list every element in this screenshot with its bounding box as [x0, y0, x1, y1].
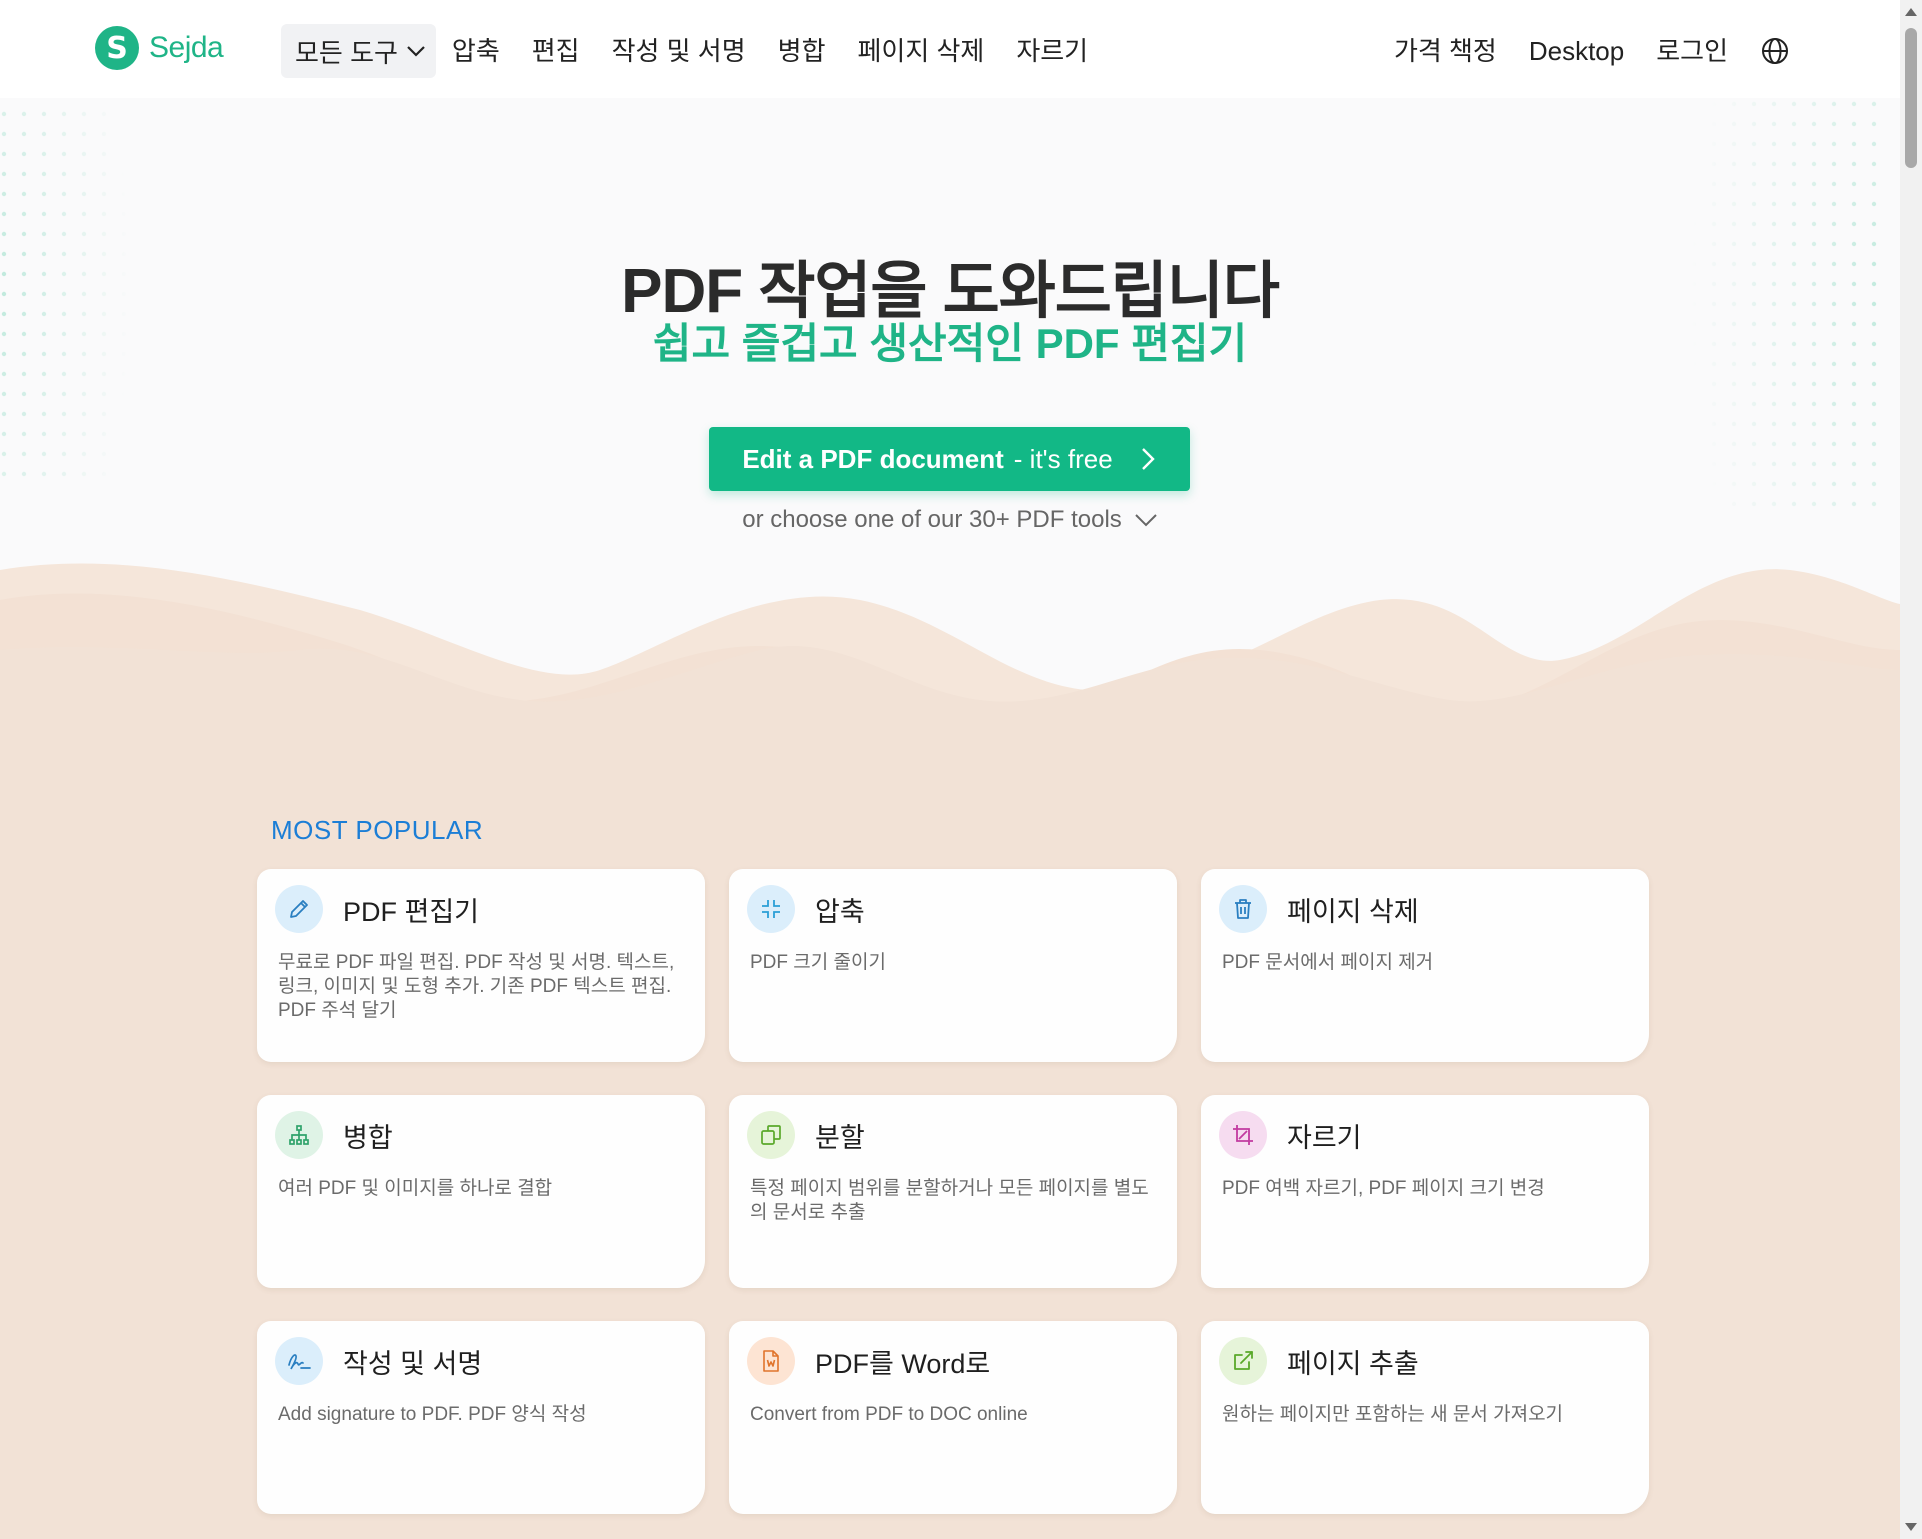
globe-icon[interactable]	[1760, 36, 1790, 66]
tool-title: 작성 및 서명	[343, 1348, 483, 1379]
tool-description: 무료로 PDF 파일 편집. PDF 작성 및 서명. 텍스트, 링크, 이미지…	[278, 952, 675, 1021]
nav-delete-pages[interactable]: 페이지 삭제	[858, 24, 985, 78]
tool-title: PDF를 Word로	[815, 1348, 991, 1379]
sejda-logo[interactable]: S Sejda	[95, 26, 224, 70]
tool-description: 원하는 페이지만 포함하는 새 문서 가져오기	[1222, 1404, 1564, 1425]
scroll-up-arrow-icon[interactable]	[1905, 8, 1917, 16]
tool-title: 자르기	[1287, 1122, 1362, 1153]
tool-title: 병합	[343, 1122, 393, 1153]
nav-merge[interactable]: 병합	[778, 24, 826, 78]
nav-crop[interactable]: 자르기	[1016, 24, 1088, 78]
main-nav: 모든 도구 압축 편집 작성 및 서명 병합 페이지 삭제 자르기	[281, 24, 1120, 78]
tool-title: 페이지 추출	[1287, 1348, 1419, 1379]
choose-tools-link[interactable]: or choose one of our 30+ PDF tools	[0, 506, 1900, 534]
tool-description: 여러 PDF 및 이미지를 하나로 결합	[278, 1178, 553, 1199]
nav-right: 가격 책정 Desktop 로그인	[1362, 24, 1790, 78]
tool-description: PDF 크기 줄이기	[750, 952, 886, 973]
cta-light-text: - it's free	[1013, 443, 1113, 474]
chevron-down-icon	[1135, 514, 1157, 527]
all-tools-dropdown[interactable]: 모든 도구	[281, 24, 436, 78]
tool-card-extract-pages[interactable]: 페이지 추출 원하는 페이지만 포함하는 새 문서 가져오기	[1201, 1321, 1649, 1514]
tool-card-fill-sign[interactable]: 작성 및 서명 Add signature to PDF. PDF 양식 작성	[257, 1321, 705, 1514]
chevron-down-icon	[407, 46, 425, 57]
tool-title: PDF 편집기	[343, 896, 480, 927]
nav-compress[interactable]: 압축	[452, 24, 500, 78]
nav-desktop[interactable]: Desktop	[1529, 24, 1624, 78]
tool-card-pdf-editor[interactable]: PDF 편집기 무료로 PDF 파일 편집. PDF 작성 및 서명. 텍스트,…	[257, 869, 705, 1062]
tool-card-split[interactable]: 분할 특정 페이지 범위를 분할하거나 모든 페이지를 별도의 문서로 추출	[729, 1095, 1177, 1288]
tool-card-merge[interactable]: 병합 여러 PDF 및 이미지를 하나로 결합	[257, 1095, 705, 1288]
tools-grid: PDF 편집기 무료로 PDF 파일 편집. PDF 작성 및 서명. 텍스트,…	[257, 869, 1649, 1514]
tool-description: Add signature to PDF. PDF 양식 작성	[278, 1404, 587, 1425]
tool-card-compress[interactable]: 압축 PDF 크기 줄이기	[729, 869, 1177, 1062]
nav-edit[interactable]: 편집	[532, 24, 580, 78]
split-icon	[747, 1111, 795, 1159]
tool-description: Convert from PDF to DOC online	[750, 1404, 1028, 1425]
nav-fill-sign[interactable]: 작성 및 서명	[612, 24, 746, 78]
trash-icon	[1219, 885, 1267, 933]
tool-card-delete-pages[interactable]: 페이지 삭제 PDF 문서에서 페이지 제거	[1201, 869, 1649, 1062]
tool-description: 특정 페이지 범위를 분할하거나 모든 페이지를 별도의 문서로 추출	[750, 1178, 1149, 1223]
nav-login[interactable]: 로그인	[1656, 24, 1728, 78]
chevron-right-icon	[1141, 448, 1155, 470]
edit-pdf-cta-button[interactable]: Edit a PDF document - it's free	[709, 427, 1190, 491]
pencil-icon	[275, 885, 323, 933]
all-tools-label: 모든 도구	[295, 37, 398, 68]
top-navigation-bar: S Sejda 모든 도구 압축 편집 작성 및 서명 병합 페이지 삭제 자르…	[0, 0, 1900, 98]
merge-icon	[275, 1111, 323, 1159]
tool-card-pdf-to-word[interactable]: PDF를 Word로 Convert from PDF to DOC onlin…	[729, 1321, 1177, 1514]
logo-text: Sejda	[149, 31, 224, 64]
tool-description: PDF 여백 자르기, PDF 페이지 크기 변경	[1222, 1178, 1545, 1199]
word-file-icon	[747, 1337, 795, 1385]
nav-pricing[interactable]: 가격 책정	[1394, 24, 1497, 78]
hero-subtitle: 쉽고 즐겁고 생산적인 PDF 편집기	[652, 320, 1248, 367]
tool-description: PDF 문서에서 페이지 제거	[1222, 952, 1434, 973]
extract-icon	[1219, 1337, 1267, 1385]
cta-strong-text: Edit a PDF document	[742, 443, 1004, 474]
tool-title: 분할	[815, 1122, 865, 1153]
page-scrollbar[interactable]	[1900, 0, 1922, 1539]
logo-mark-icon: S	[95, 26, 139, 70]
most-popular-heading: MOST POPULAR	[271, 815, 484, 845]
choose-tools-text: or choose one of our 30+ PDF tools	[742, 506, 1122, 533]
compress-icon	[747, 885, 795, 933]
scroll-thumb[interactable]	[1905, 28, 1917, 168]
tool-title: 페이지 삭제	[1287, 896, 1419, 927]
tool-card-crop[interactable]: 자르기 PDF 여백 자르기, PDF 페이지 크기 변경	[1201, 1095, 1649, 1288]
signature-icon	[275, 1337, 323, 1385]
crop-icon	[1219, 1111, 1267, 1159]
scroll-down-arrow-icon[interactable]	[1905, 1523, 1917, 1531]
tool-title: 압축	[815, 896, 865, 927]
